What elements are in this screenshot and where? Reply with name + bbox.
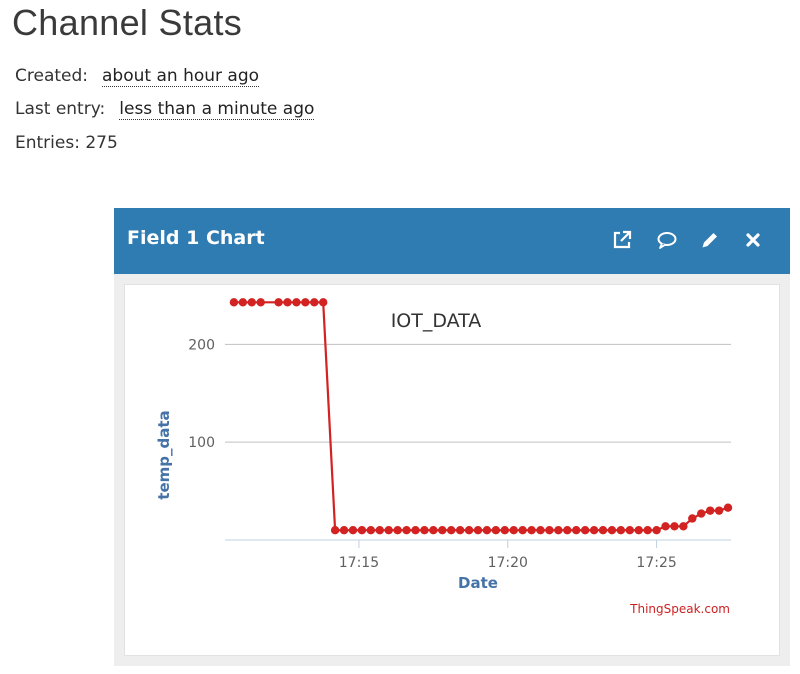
data-point[interactable] bbox=[411, 526, 420, 535]
data-point[interactable] bbox=[714, 506, 724, 515]
panel-header: Field 1 Chart bbox=[114, 208, 790, 274]
data-point[interactable] bbox=[491, 526, 501, 535]
data-point[interactable] bbox=[723, 503, 733, 512]
series-line bbox=[233, 301, 729, 532]
y-tick-label: 100 bbox=[188, 435, 215, 451]
data-point[interactable] bbox=[670, 522, 679, 531]
data-point[interactable] bbox=[652, 526, 661, 535]
data-point[interactable] bbox=[429, 526, 438, 535]
data-point[interactable] bbox=[393, 526, 402, 535]
x-axis-label: Date bbox=[458, 574, 498, 592]
data-point[interactable] bbox=[607, 526, 617, 535]
external-link-icon[interactable] bbox=[610, 228, 634, 252]
pencil-icon[interactable] bbox=[698, 228, 722, 252]
data-point[interactable] bbox=[545, 526, 554, 535]
data-point[interactable] bbox=[455, 526, 465, 535]
data-point[interactable] bbox=[283, 298, 292, 307]
data-point[interactable] bbox=[229, 298, 239, 307]
x-tick-label: 17:15 bbox=[339, 555, 379, 571]
data-point[interactable] bbox=[464, 526, 474, 535]
data-point[interactable] bbox=[518, 526, 527, 535]
chart-title: IOT_DATA bbox=[391, 310, 482, 332]
data-point[interactable] bbox=[310, 298, 319, 307]
data-point[interactable] bbox=[473, 526, 483, 535]
data-point[interactable] bbox=[357, 526, 367, 535]
data-point[interactable] bbox=[580, 526, 590, 535]
x-tick-label: 17:20 bbox=[488, 555, 528, 571]
data-point[interactable] bbox=[238, 298, 248, 307]
data-point[interactable] bbox=[438, 526, 447, 535]
panel-title: Field 1 Chart bbox=[127, 227, 265, 249]
data-point[interactable] bbox=[705, 506, 715, 515]
data-point[interactable] bbox=[274, 298, 283, 307]
last-entry-stat: Last entry: less than a minute ago bbox=[15, 99, 315, 120]
data-point[interactable] bbox=[420, 526, 429, 535]
data-point[interactable] bbox=[348, 526, 358, 535]
data-point[interactable] bbox=[661, 522, 670, 531]
data-point[interactable] bbox=[572, 526, 581, 535]
data-point[interactable] bbox=[482, 526, 492, 535]
created-label: Created: bbox=[15, 66, 89, 86]
created-stat: Created: about an hour ago bbox=[15, 66, 260, 87]
data-point[interactable] bbox=[536, 526, 545, 535]
y-axis-label: temp_data bbox=[155, 410, 173, 499]
field-chart-panel: Field 1 Chart IOT_DATA 17:15 17:20 17:25… bbox=[114, 208, 790, 666]
data-point[interactable] bbox=[634, 526, 643, 535]
last-entry-value: less than a minute ago bbox=[119, 99, 315, 120]
data-point[interactable] bbox=[366, 526, 376, 535]
data-point[interactable] bbox=[292, 298, 301, 307]
data-point[interactable] bbox=[384, 526, 393, 535]
close-icon[interactable] bbox=[741, 228, 765, 252]
data-point[interactable] bbox=[301, 298, 310, 307]
data-point[interactable] bbox=[616, 526, 626, 535]
data-point[interactable] bbox=[247, 298, 256, 307]
data-point[interactable] bbox=[697, 509, 706, 518]
last-entry-label: Last entry: bbox=[15, 99, 106, 119]
data-point[interactable] bbox=[527, 526, 536, 535]
data-point[interactable] bbox=[688, 514, 697, 523]
data-point[interactable] bbox=[375, 526, 384, 535]
comment-icon[interactable] bbox=[655, 228, 679, 252]
created-value: about an hour ago bbox=[102, 66, 260, 87]
data-point[interactable] bbox=[256, 298, 265, 307]
data-point[interactable] bbox=[589, 526, 599, 535]
data-point[interactable] bbox=[554, 526, 563, 535]
data-point[interactable] bbox=[339, 526, 349, 535]
data-point[interactable] bbox=[402, 526, 411, 535]
chart-area: IOT_DATA 17:15 17:20 17:25 100 200 Date tem… bbox=[124, 284, 780, 656]
data-point[interactable] bbox=[509, 526, 518, 535]
data-point[interactable] bbox=[563, 526, 572, 535]
data-point[interactable] bbox=[330, 526, 340, 535]
data-point[interactable] bbox=[500, 526, 509, 535]
data-point[interactable] bbox=[679, 522, 688, 531]
entries-stat: Entries: 275 bbox=[15, 133, 118, 153]
data-point[interactable] bbox=[447, 526, 456, 535]
data-point[interactable] bbox=[643, 526, 652, 535]
data-point[interactable] bbox=[625, 526, 634, 535]
field-chart: IOT_DATA 17:15 17:20 17:25 100 200 Date tem… bbox=[155, 298, 733, 616]
data-point[interactable] bbox=[598, 526, 608, 535]
data-point[interactable] bbox=[319, 298, 328, 307]
x-tick-label: 17:25 bbox=[636, 555, 676, 571]
page-title: Channel Stats bbox=[12, 2, 243, 43]
thingspeak-credit[interactable]: ThingSpeak.com bbox=[629, 602, 730, 616]
y-tick-label: 200 bbox=[188, 337, 215, 353]
